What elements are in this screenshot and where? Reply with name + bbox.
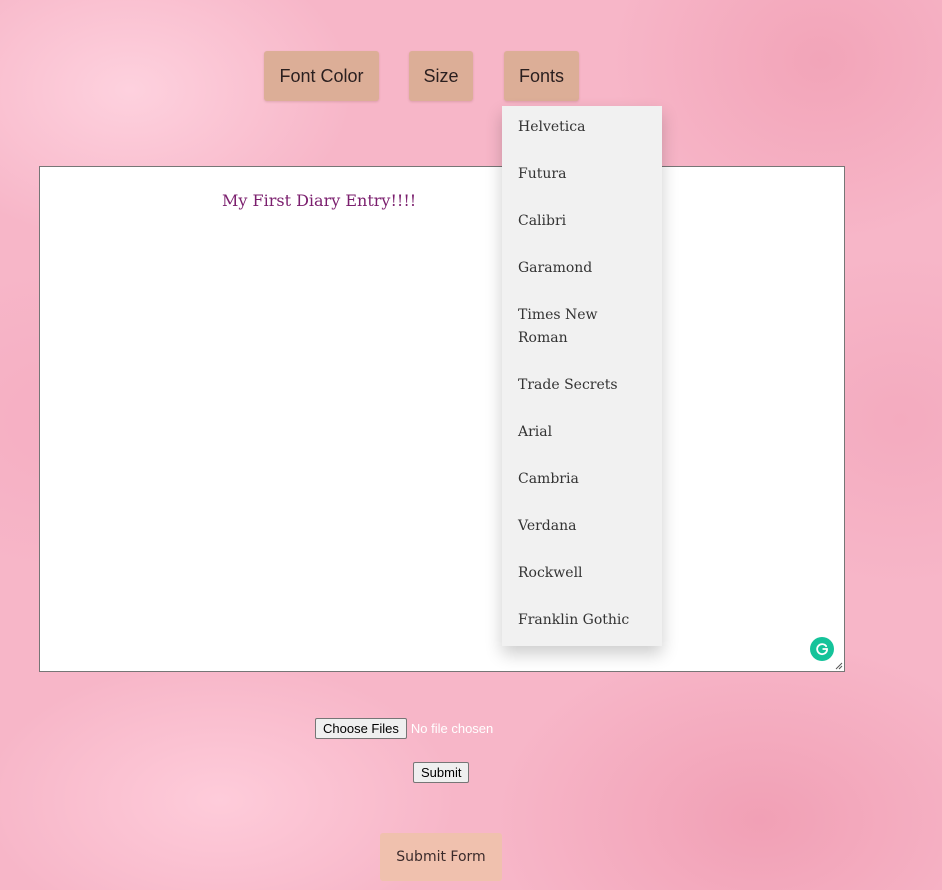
font-option-rockwell[interactable]: Rockwell	[518, 562, 650, 585]
submit-form-button-label: Submit Form	[396, 849, 486, 865]
size-button[interactable]: Size	[409, 51, 473, 101]
file-status-text: No file chosen	[410, 721, 494, 736]
font-option-cambria[interactable]: Cambria	[518, 468, 650, 491]
grammarly-icon[interactable]	[810, 637, 834, 661]
fonts-button-label: Fonts	[518, 65, 565, 86]
font-option-times-new-roman[interactable]: Times New Roman	[518, 304, 618, 350]
submit-form-button[interactable]: Submit Form	[380, 833, 502, 881]
font-color-button-label: Font Color	[279, 65, 364, 86]
submit-button[interactable]: Submit	[413, 762, 470, 783]
font-option-arial[interactable]: Arial	[518, 421, 650, 444]
font-option-helvetica[interactable]: Helvetica	[518, 116, 650, 139]
file-input: Choose Files No file chosen	[315, 718, 493, 739]
diary-entry-text: My First Diary Entry!!!!	[222, 191, 417, 210]
diary-text-area[interactable]: My First Diary Entry!!!!	[39, 166, 845, 672]
font-option-franklin-gothic[interactable]: Franklin Gothic	[518, 609, 650, 632]
size-button-label: Size	[423, 65, 459, 86]
font-color-button[interactable]: Font Color	[264, 51, 379, 101]
font-option-trade-secrets[interactable]: Trade Secrets	[518, 374, 650, 397]
fonts-button[interactable]: Fonts	[504, 51, 579, 101]
grammarly-g-glyph	[816, 643, 828, 656]
fonts-dropdown-menu: Helvetica Futura Calibri Garamond Times …	[502, 106, 662, 646]
resize-handle-icon[interactable]	[835, 662, 843, 670]
choose-files-button[interactable]: Choose Files	[315, 718, 407, 739]
font-option-futura[interactable]: Futura	[518, 163, 650, 186]
font-option-calibri[interactable]: Calibri	[518, 210, 650, 233]
font-option-verdana[interactable]: Verdana	[518, 515, 650, 538]
font-option-garamond[interactable]: Garamond	[518, 257, 650, 280]
